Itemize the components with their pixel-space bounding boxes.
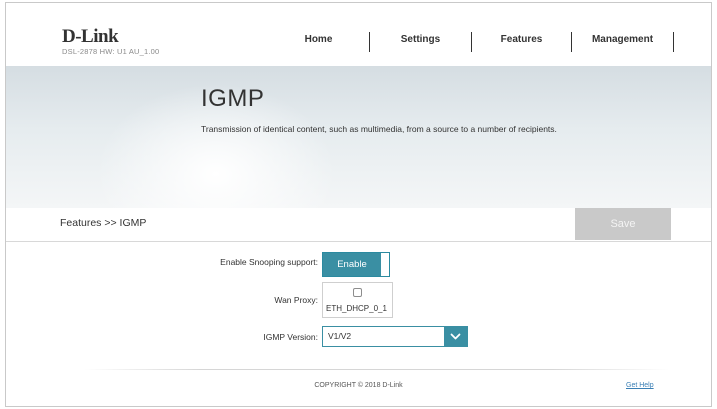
wan-proxy-interface: ETH_DHCP_0_1 xyxy=(326,304,387,313)
snooping-label: Enable Snooping support: xyxy=(220,257,318,267)
main-nav: Home Settings Features Management xyxy=(268,32,674,52)
header: D-Link DSL-2878 HW: U1 AU_1.00 Home Sett… xyxy=(6,3,711,66)
wan-proxy-label: Wan Proxy: xyxy=(274,295,318,305)
igmp-version-select[interactable]: V1/V2 xyxy=(322,326,468,347)
nav-features[interactable]: Features xyxy=(472,32,572,52)
get-help-link[interactable]: Get Help xyxy=(626,382,654,389)
footer-divider xyxy=(84,369,669,370)
snooping-toggle[interactable]: Enable xyxy=(322,252,390,277)
breadcrumb-bar: Features >> IGMP Save xyxy=(6,208,711,242)
page-title: IGMP xyxy=(201,85,265,112)
nav-home[interactable]: Home xyxy=(268,32,370,52)
nav-settings[interactable]: Settings xyxy=(370,32,472,52)
save-button[interactable]: Save xyxy=(575,208,671,240)
model-info: DSL-2878 HW: U1 AU_1.00 xyxy=(62,47,160,56)
snooping-enable-button[interactable]: Enable xyxy=(323,253,381,276)
select-arrow-button[interactable] xyxy=(444,327,467,346)
page-banner: IGMP Transmission of identical content, … xyxy=(6,66,711,208)
breadcrumb: Features >> IGMP xyxy=(60,217,147,229)
igmp-version-value: V1/V2 xyxy=(328,331,352,341)
igmp-version-label: IGMP Version: xyxy=(263,332,318,342)
page-description: Transmission of identical content, such … xyxy=(201,124,557,134)
chevron-down-icon xyxy=(450,333,461,340)
copyright-text: COPYRIGHT © 2018 D-Link xyxy=(314,382,403,389)
wan-proxy-box: ETH_DHCP_0_1 xyxy=(322,282,393,318)
router-admin-page: D-Link DSL-2878 HW: U1 AU_1.00 Home Sett… xyxy=(5,2,712,407)
nav-management[interactable]: Management xyxy=(572,32,674,52)
wan-proxy-checkbox[interactable] xyxy=(353,288,362,297)
dlink-logo: D-Link xyxy=(62,26,119,47)
